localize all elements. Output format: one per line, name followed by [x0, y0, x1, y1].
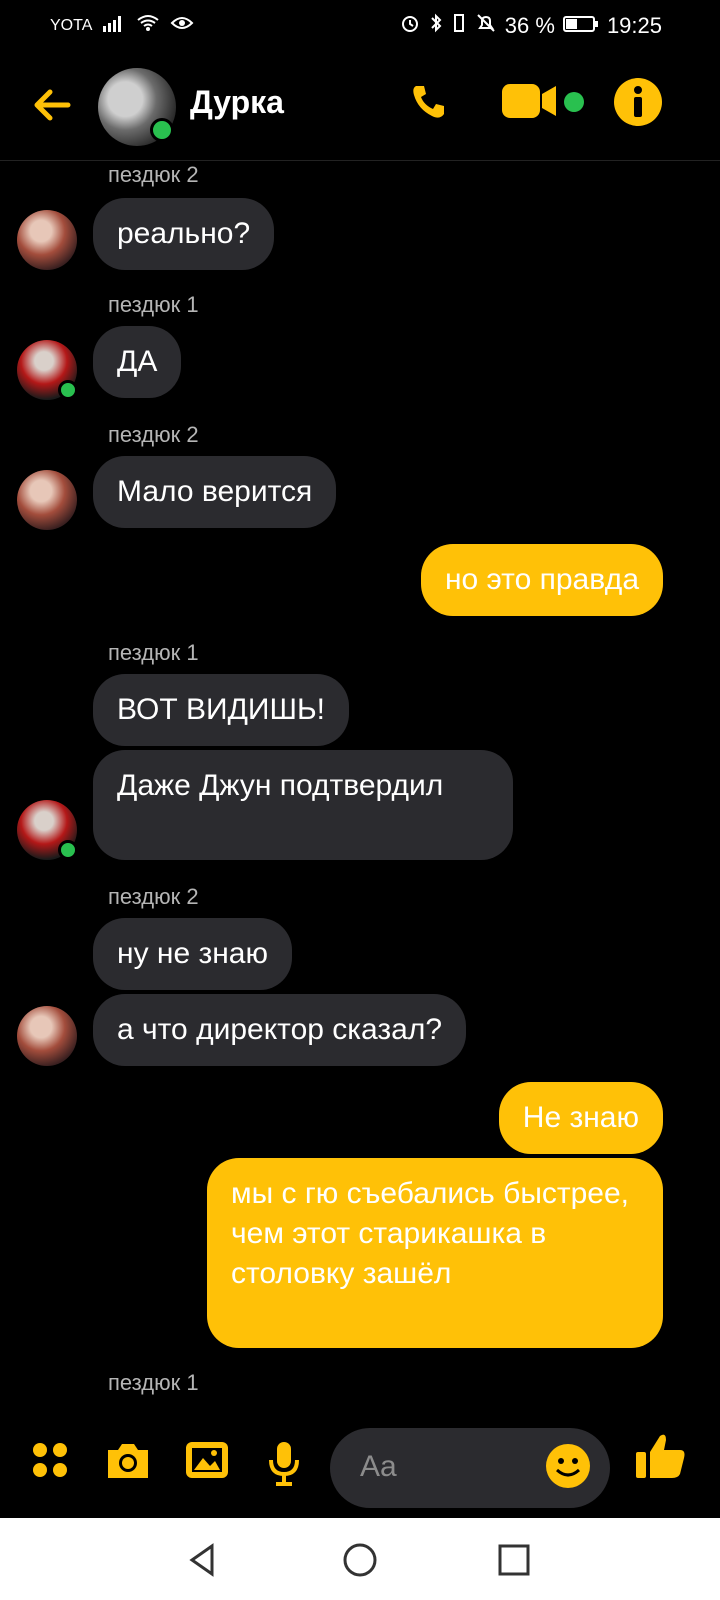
sender-name: пездюк 2	[108, 884, 199, 909]
sender-avatar[interactable]	[17, 1006, 77, 1066]
mute-notifications-icon	[475, 12, 497, 40]
sender-avatar[interactable]	[17, 210, 77, 270]
sender-name: пездюк 2	[108, 422, 199, 447]
message-bubble-incoming[interactable]: ВОТ ВИДИШЬ!	[93, 674, 349, 746]
wifi-icon	[136, 14, 160, 37]
sender-name: пездюк 1	[108, 292, 199, 317]
battery-percent: 36 %	[504, 13, 555, 38]
sender-name: пездюк 2	[108, 162, 199, 187]
chat-title[interactable]: Дурка	[190, 84, 284, 121]
thumbs-up-icon[interactable]	[632, 1428, 688, 1489]
sender-name: пездюк 1	[108, 1370, 199, 1395]
message-bubble-incoming[interactable]: реально?	[93, 198, 275, 270]
gallery-icon[interactable]	[184, 1440, 230, 1487]
clock: 19:25	[606, 13, 662, 38]
status-left: YOTA	[50, 14, 194, 37]
message-bubble-incoming[interactable]: Мало верится	[93, 456, 337, 528]
apps-icon[interactable]	[30, 1440, 70, 1485]
message-input[interactable]: Aa	[330, 1428, 610, 1508]
message-bubble-incoming[interactable]: Даже Джун подтвердил	[93, 750, 513, 860]
home-circle-icon[interactable]	[340, 1540, 380, 1580]
info-icon[interactable]	[612, 76, 664, 133]
online-indicator	[58, 380, 78, 400]
message-bubble-incoming[interactable]: ну не знаю	[93, 918, 292, 990]
online-indicator	[150, 118, 174, 142]
recents-square-icon[interactable]	[494, 1540, 534, 1580]
emoji-icon[interactable]	[544, 1442, 592, 1490]
battery-icon	[562, 13, 599, 39]
online-indicator	[58, 840, 78, 860]
back-triangle-icon[interactable]	[182, 1540, 222, 1580]
message-bubble-outgoing[interactable]: мы с гю съебались быстрее, чем этот стар…	[207, 1158, 663, 1348]
eye-icon	[170, 14, 194, 37]
chat-header: Дурка	[0, 50, 720, 161]
video-icon[interactable]	[502, 82, 560, 127]
sender-avatar[interactable]	[17, 470, 77, 530]
message-bubble-outgoing[interactable]: Не знаю	[498, 1082, 663, 1154]
message-list[interactable]: пездюк 2 реально? пездюк 1 ДА пездюк 2 М…	[0, 160, 720, 1408]
message-bubble-incoming[interactable]: ДА	[93, 326, 182, 398]
signal-icon	[102, 14, 126, 37]
vibrate-icon	[451, 12, 467, 40]
message-bubble-incoming[interactable]: а что директор сказал?	[93, 994, 467, 1066]
status-right: 36 % 19:25	[399, 12, 662, 40]
status-bar: YOTA 36 % 19:25	[0, 0, 720, 50]
microphone-icon[interactable]	[264, 1440, 304, 1491]
system-navigation-bar	[0, 1518, 720, 1600]
message-bubble-outgoing[interactable]: но это правда	[420, 544, 663, 616]
sender-name: пездюк 1	[108, 640, 199, 665]
camera-icon[interactable]	[104, 1440, 152, 1487]
video-active-dot	[564, 92, 584, 112]
phone-icon[interactable]	[406, 80, 450, 129]
carrier-label: YOTA	[50, 16, 93, 34]
back-arrow-icon[interactable]	[28, 80, 78, 130]
bluetooth-icon	[429, 12, 443, 40]
message-composer: Aa	[0, 1408, 720, 1518]
alarm-icon	[399, 12, 421, 40]
message-input-placeholder: Aa	[360, 1450, 397, 1483]
